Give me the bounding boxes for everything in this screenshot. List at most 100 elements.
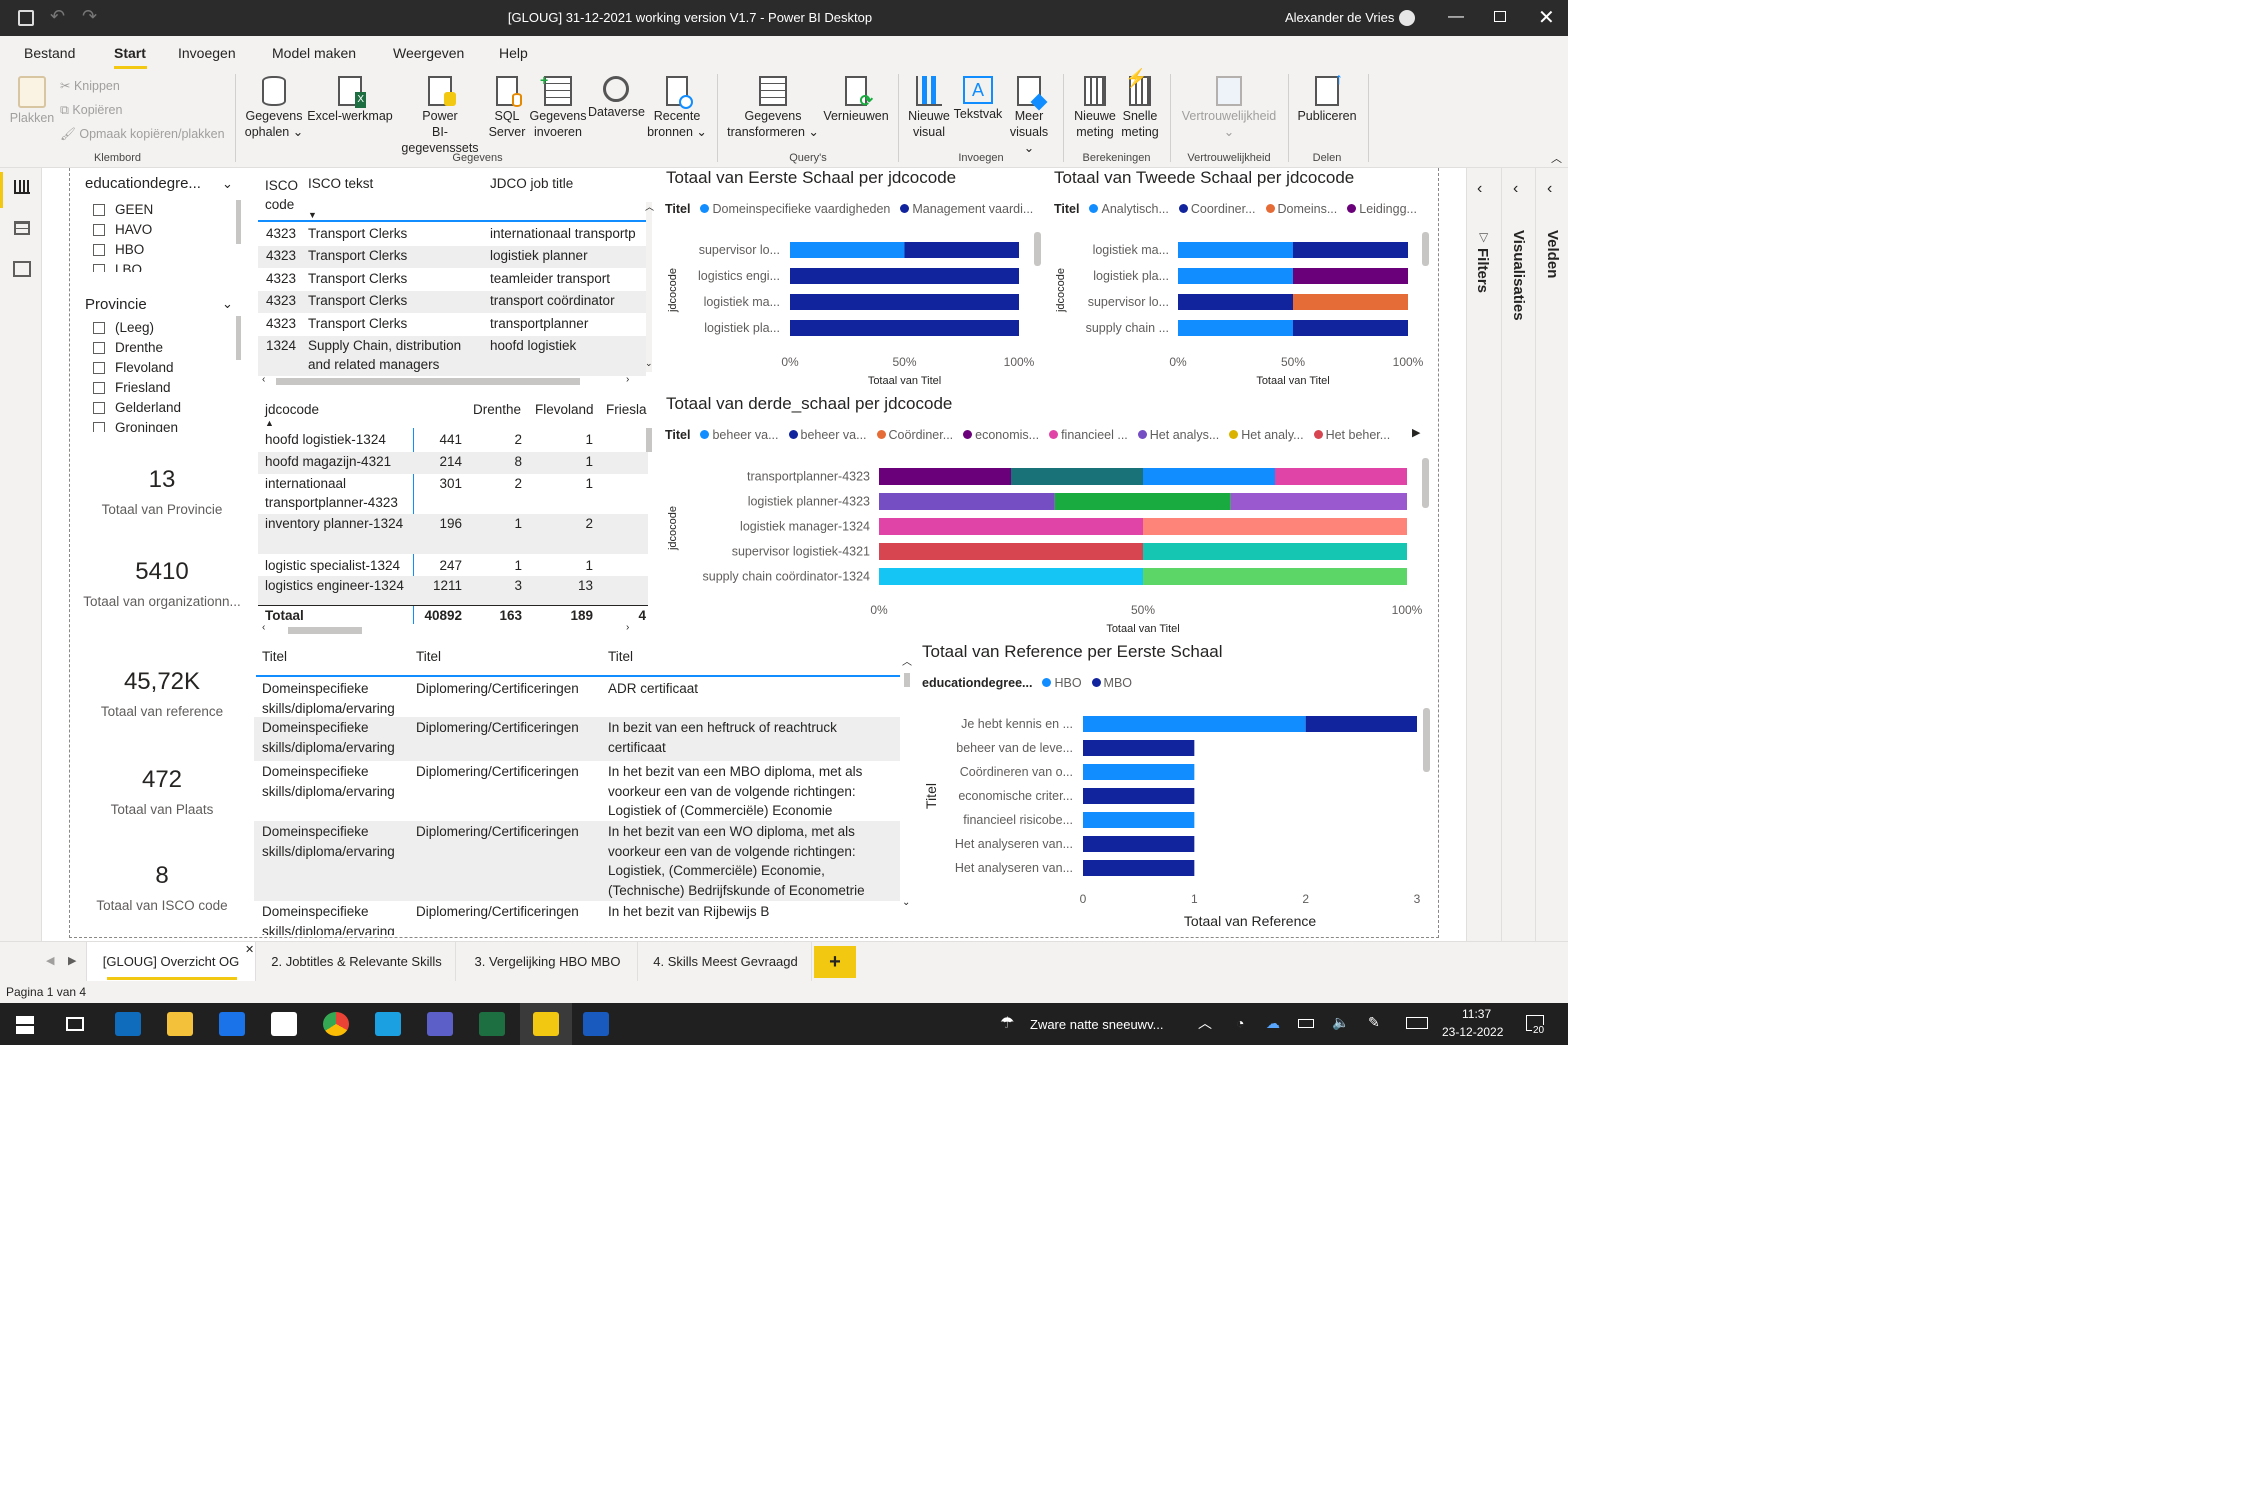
scroll-right-icon[interactable]: ›: [626, 622, 629, 633]
bar-segment[interactable]: [904, 242, 1020, 258]
bar-segment[interactable]: [1143, 568, 1407, 585]
vertical-scrollbar[interactable]: [904, 673, 910, 687]
bar-segment[interactable]: [1293, 268, 1408, 284]
vertical-scrollbar[interactable]: [646, 428, 652, 452]
header-titel-2[interactable]: Titel: [416, 649, 441, 664]
knippen-button[interactable]: ✂ Knippen: [60, 78, 120, 93]
weather-text[interactable]: Zware natte sneeuwv...: [1030, 1017, 1163, 1032]
header-titel-1[interactable]: Titel: [262, 649, 287, 664]
word-icon[interactable]: [583, 1012, 609, 1036]
menu-bestand[interactable]: Bestand: [24, 45, 75, 61]
chrome-icon[interactable]: [323, 1012, 349, 1036]
table-row[interactable]: 1324 Supply Chain, distribution and relat…: [258, 336, 646, 376]
slicer-option[interactable]: Flevoland: [79, 358, 247, 378]
scroll-down-icon[interactable]: ⌄: [645, 358, 653, 369]
chevron-down-icon[interactable]: ⌄: [222, 176, 233, 192]
tabs-prev-icon[interactable]: ◀: [46, 954, 54, 967]
recente-bronnen-button[interactable]: Recente bronnen ⌄: [646, 70, 708, 140]
bar-segment[interactable]: [1293, 242, 1408, 258]
table-row[interactable]: Domeinspecifieke skills/diploma/ervaring…: [254, 678, 900, 717]
clock-date[interactable]: 23-12-2022: [1442, 1025, 1503, 1039]
velden-collapse-icon[interactable]: ‹: [1547, 180, 1552, 198]
plakken-button[interactable]: Plakken: [6, 70, 58, 126]
table-row[interactable]: 4323 Transport Clerks teamleider transport: [258, 269, 646, 291]
matrix-row[interactable]: logistics engineer-1324 1211 3 13: [258, 576, 648, 606]
meer-visuals-button[interactable]: Meer visuals ⌄: [1003, 70, 1055, 156]
volume-icon[interactable]: 🔈: [1332, 1014, 1349, 1031]
bar-segment[interactable]: [1230, 493, 1407, 510]
weather-icon[interactable]: ☂: [1000, 1013, 1014, 1033]
user-avatar[interactable]: [1399, 10, 1415, 26]
menu-start[interactable]: Start: [114, 45, 146, 61]
collapse-ribbon-icon[interactable]: ︿: [1551, 150, 1562, 166]
wave-app-icon[interactable]: [219, 1012, 245, 1036]
bar-segment[interactable]: [1083, 716, 1306, 732]
table-row[interactable]: Domeinspecifieke skills/diploma/ervaring…: [254, 821, 900, 901]
clock-time[interactable]: 11:37: [1462, 1007, 1491, 1021]
power-bi-datasets-button[interactable]: Power BI-gegevenssets: [394, 70, 486, 156]
user-name[interactable]: Alexander de Vries: [1285, 10, 1394, 25]
bar-segment[interactable]: [879, 543, 1143, 560]
bar-segment[interactable]: [1275, 468, 1407, 485]
table-row[interactable]: 4323 Transport Clerks internationaal trans…: [258, 224, 646, 246]
keyboard-icon[interactable]: [1406, 1017, 1428, 1029]
header-friesland[interactable]: Friesla: [606, 402, 647, 417]
bar-segment[interactable]: [1178, 294, 1293, 310]
bar-segment[interactable]: [1178, 268, 1293, 284]
pen-icon[interactable]: ✎: [1368, 1014, 1380, 1031]
tab-overzicht-og[interactable]: [GLOUG] Overzicht OG ✕: [86, 942, 256, 982]
chart-scrollbar[interactable]: [1423, 708, 1430, 772]
slicer-option[interactable]: Gelderland: [79, 398, 247, 418]
horizontal-scrollbar[interactable]: [288, 627, 362, 634]
slicer-option[interactable]: Friesland: [79, 378, 247, 398]
checkbox[interactable]: [93, 204, 105, 216]
checkbox[interactable]: [93, 402, 105, 414]
app-icon[interactable]: [375, 1012, 401, 1036]
sql-server-button[interactable]: SQL Server: [487, 70, 527, 140]
checkbox[interactable]: [93, 362, 105, 374]
slicer-option[interactable]: (Leeg): [79, 318, 247, 338]
snelle-meting-button[interactable]: ⚡ Snelle meting: [1117, 69, 1163, 140]
checkbox[interactable]: [93, 342, 105, 354]
header-jdcocode[interactable]: jdcocode: [265, 402, 319, 417]
matrix-row[interactable]: hoofd logistiek-1324 441 2 1: [258, 430, 648, 452]
menu-model-maken[interactable]: Model maken: [272, 45, 356, 61]
filters-pane-label[interactable]: Filters: [1474, 248, 1491, 293]
menu-invoegen[interactable]: Invoegen: [178, 45, 236, 61]
bar-segment[interactable]: [790, 242, 905, 258]
nieuwe-meting-button[interactable]: Nieuwe meting: [1070, 70, 1120, 140]
header-isco-code[interactable]: ISCO code: [265, 176, 298, 214]
table-row[interactable]: 4323 Transport Clerks transportplanner: [258, 314, 646, 336]
bar-segment[interactable]: [1143, 518, 1407, 535]
task-view-icon[interactable]: [66, 1017, 84, 1031]
tab-vergelijking[interactable]: 3. Vergelijking HBO MBO: [458, 942, 638, 982]
chart-scrollbar[interactable]: [1422, 458, 1429, 508]
tekstvak-button[interactable]: A Tekstvak: [953, 70, 1003, 122]
scroll-down-icon[interactable]: ⌄: [902, 897, 910, 908]
data-view-icon[interactable]: [14, 221, 30, 235]
table-row[interactable]: Domeinspecifieke skills/diploma/ervaring…: [254, 761, 900, 821]
outlook-icon[interactable]: [115, 1012, 141, 1036]
chart-scrollbar[interactable]: [1034, 232, 1041, 266]
checkbox[interactable]: [93, 224, 105, 236]
checkbox[interactable]: [93, 244, 105, 256]
vertrouwelijkheid-button[interactable]: Vertrouwelijkheid ⌄: [1176, 70, 1282, 140]
bar-segment[interactable]: [1083, 836, 1195, 852]
teams-icon[interactable]: [427, 1012, 453, 1036]
nieuwe-visual-button[interactable]: Nieuwe visual: [905, 70, 953, 140]
matrix-row[interactable]: logistic specialist-1324 247 1 1: [258, 556, 648, 576]
bar-segment[interactable]: [879, 518, 1143, 535]
tabs-next-icon[interactable]: ▶: [68, 954, 76, 967]
table-row[interactable]: 4323 Transport Clerks logistiek planner: [258, 246, 646, 268]
bar-segment[interactable]: [1083, 740, 1195, 756]
slicer-option[interactable]: HBO: [79, 240, 247, 260]
publiceren-button[interactable]: ↑ Publiceren: [1294, 70, 1360, 124]
bar-segment[interactable]: [1143, 543, 1407, 560]
gegevens-ophalen-button[interactable]: Gegevens ophalen ⌄: [243, 70, 305, 140]
header-flevoland[interactable]: Flevoland: [535, 402, 594, 417]
scroll-right-icon[interactable]: ›: [626, 374, 629, 385]
scroll-up-icon[interactable]: ︿: [902, 653, 912, 668]
scroll-left-icon[interactable]: ‹: [262, 374, 265, 385]
tab-skills[interactable]: 4. Skills Meest Gevraagd: [640, 942, 812, 982]
tray-chevron-icon[interactable]: ︿: [1198, 1013, 1212, 1033]
